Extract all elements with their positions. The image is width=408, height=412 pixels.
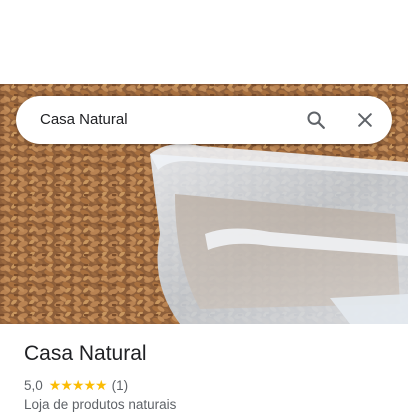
map-top-area — [0, 0, 408, 84]
search-icon — [307, 111, 325, 129]
place-details-sheet[interactable]: Casa Natural 5,0 ★ ★ ★ ★ ★ (1) Loja de p… — [0, 324, 408, 412]
search-button[interactable] — [302, 106, 330, 134]
close-icon — [358, 113, 372, 127]
rating-value: 5,0 — [24, 377, 43, 393]
review-count[interactable]: (1) — [112, 378, 129, 393]
rating-row[interactable]: 5,0 ★ ★ ★ ★ ★ (1) — [24, 376, 128, 394]
search-bar[interactable] — [16, 96, 392, 144]
clear-search-button[interactable] — [351, 106, 379, 134]
star-icon: ★ — [83, 377, 96, 393]
rating-stars: ★ ★ ★ ★ ★ — [48, 377, 108, 393]
place-category: Loja de produtos naturais — [24, 397, 177, 412]
star-icon: ★ — [95, 377, 108, 393]
place-title: Casa Natural — [24, 342, 147, 365]
star-icon: ★ — [71, 377, 85, 393]
star-icon: ★ — [60, 377, 73, 393]
star-icon: ★ — [48, 377, 62, 393]
search-input[interactable] — [40, 96, 280, 144]
